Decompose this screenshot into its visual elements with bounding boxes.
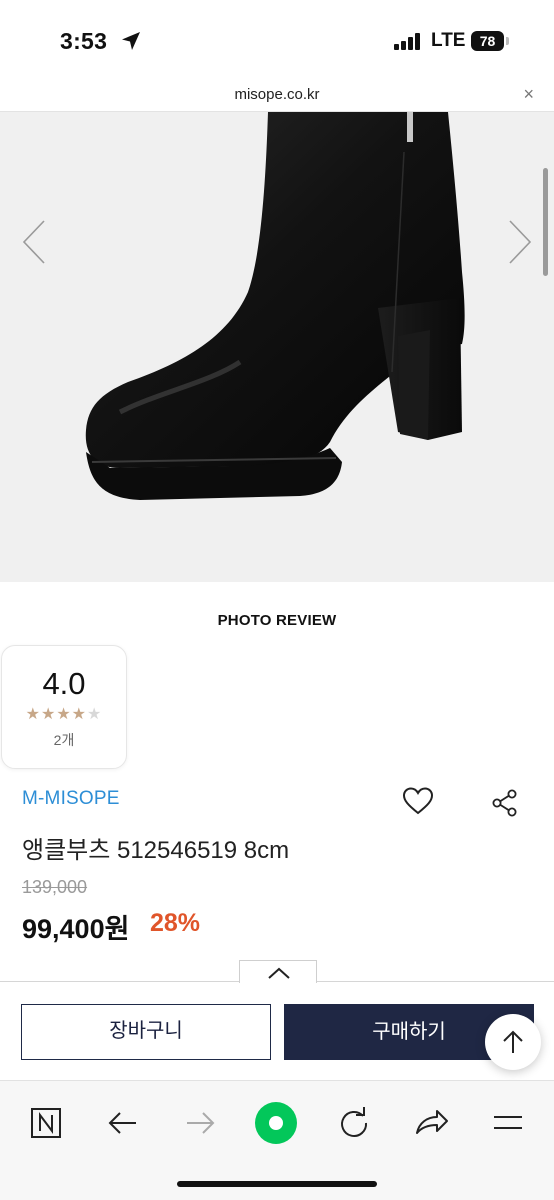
discount-rate: 28%	[150, 909, 201, 937]
home-indicator	[177, 1181, 377, 1187]
collapse-handle[interactable]	[239, 960, 317, 983]
naver-n-icon[interactable]	[24, 1101, 68, 1145]
product-name: 앵클부츠 512546519 8cm	[22, 837, 290, 864]
share-arrow-icon[interactable]	[409, 1101, 453, 1145]
url-bar: misope.co.kr ×	[0, 78, 554, 112]
previous-image-arrow-icon[interactable]	[20, 217, 50, 267]
star-icon: ★	[71, 706, 88, 723]
rating-card[interactable]: 4.0 ★★★★★ 2개	[1, 645, 127, 769]
battery-icon: 78	[471, 31, 509, 51]
sale-price: 99,400원	[22, 914, 130, 944]
chevron-up-icon	[268, 967, 290, 979]
arrow-up-icon	[503, 1030, 523, 1053]
url-text[interactable]: misope.co.kr	[0, 86, 554, 103]
close-icon[interactable]: ×	[523, 84, 534, 105]
rating-stars: ★★★★★	[2, 704, 126, 724]
scroll-indicator	[543, 168, 548, 276]
brand-link[interactable]: M-MISOPE	[22, 788, 120, 810]
green-home-icon[interactable]	[254, 1101, 298, 1145]
product-image-carousel[interactable]	[0, 112, 554, 582]
status-bar: 3:53 LTE 78	[0, 0, 554, 78]
star-icon: ★	[40, 706, 57, 723]
location-arrow-icon	[122, 32, 140, 50]
photo-review-title: PHOTO REVIEW	[217, 612, 337, 629]
share-icon[interactable]	[490, 788, 520, 818]
heart-icon[interactable]	[402, 786, 434, 816]
refresh-icon[interactable]	[332, 1101, 376, 1145]
original-price: 139,000	[22, 877, 88, 897]
review-count: 2개	[53, 732, 75, 748]
scroll-to-top-button[interactable]	[485, 1014, 541, 1070]
rating-score: 4.0	[42, 666, 86, 701]
next-image-arrow-icon[interactable]	[504, 217, 534, 267]
star-icon: ★	[25, 706, 41, 723]
star-empty-icon: ★	[87, 706, 103, 723]
add-to-cart-button[interactable]: 장바구니	[21, 1004, 271, 1060]
status-time: 3:53	[60, 28, 108, 54]
boot-image	[85, 112, 465, 500]
cellular-signal-icon	[394, 33, 420, 50]
forward-icon[interactable]	[178, 1101, 222, 1145]
star-icon: ★	[56, 706, 72, 723]
battery-level: 78	[471, 31, 504, 51]
menu-icon[interactable]	[486, 1101, 530, 1145]
back-icon[interactable]	[101, 1101, 145, 1145]
network-type: LTE	[431, 30, 466, 51]
